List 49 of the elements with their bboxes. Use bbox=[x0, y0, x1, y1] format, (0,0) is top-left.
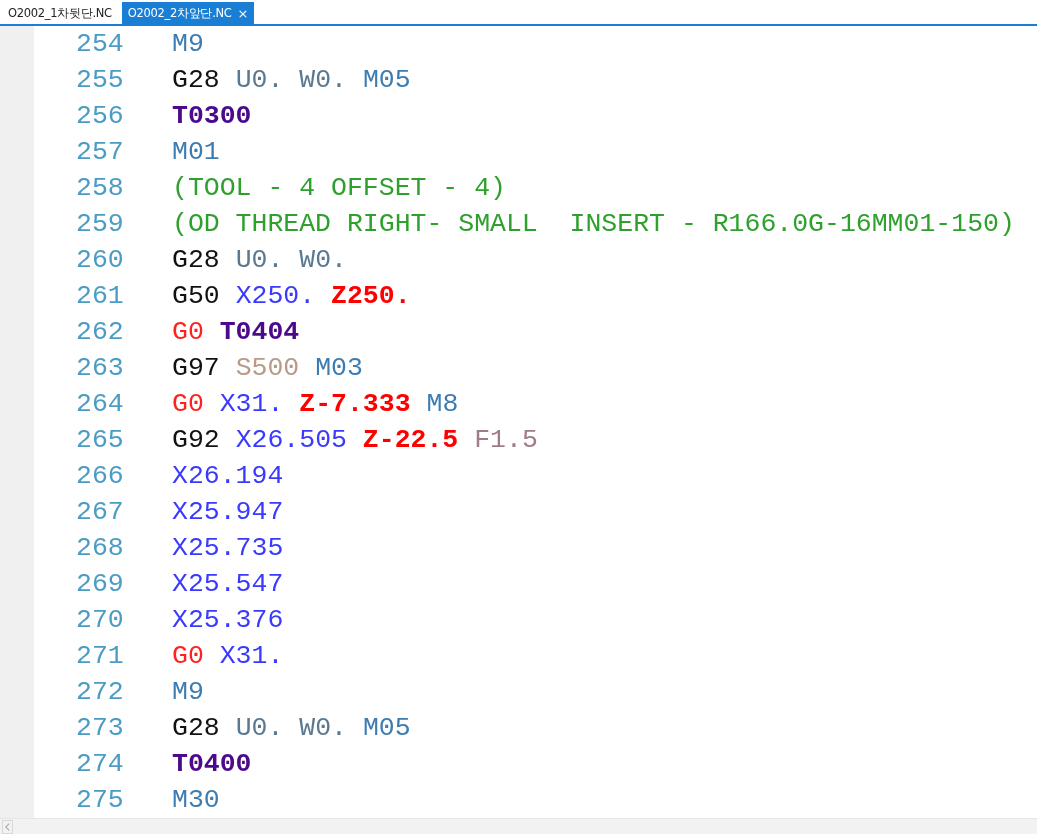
code-line: G97 S500 M03 bbox=[172, 353, 363, 383]
line-number: 275 bbox=[75, 785, 125, 815]
code-line: T0300 bbox=[172, 101, 252, 131]
line-number: 260 bbox=[75, 245, 125, 275]
code-line: G28 U0. W0. M05 bbox=[172, 65, 411, 95]
line-number: 272 bbox=[75, 677, 125, 707]
code-line: G28 U0. W0. M05 bbox=[172, 713, 411, 743]
horizontal-scrollbar[interactable] bbox=[0, 818, 1037, 834]
line-number: 261 bbox=[75, 281, 125, 311]
line-number: 254 bbox=[75, 29, 125, 59]
line-number: 257 bbox=[75, 137, 125, 167]
code-line: G50 X250. Z250. bbox=[172, 281, 411, 311]
code-line: X25.947 bbox=[172, 497, 284, 527]
code-line: M01 bbox=[172, 137, 220, 167]
code-line: (OD THREAD RIGHT- SMALL INSERT - R166.0G-16MM01-150) bbox=[172, 209, 1015, 239]
code-line: M9 bbox=[172, 29, 204, 59]
line-number: 269 bbox=[75, 569, 125, 599]
code-line: G0 T0404 bbox=[172, 317, 300, 347]
line-number: 255 bbox=[75, 65, 125, 95]
line-number: 274 bbox=[75, 749, 125, 779]
line-number: 271 bbox=[75, 641, 125, 671]
code-line: M9 bbox=[172, 677, 204, 707]
line-number: 263 bbox=[75, 353, 125, 383]
line-number: 273 bbox=[75, 713, 125, 743]
line-number: 268 bbox=[75, 533, 125, 563]
file-tab[interactable]: O2002_1차뒷단.NC bbox=[2, 2, 118, 24]
line-number: 258 bbox=[75, 173, 125, 203]
scroll-left-icon[interactable] bbox=[2, 819, 13, 834]
code-line: X26.194 bbox=[172, 461, 284, 491]
line-number: 267 bbox=[75, 497, 125, 527]
code-line: X25.547 bbox=[172, 569, 284, 599]
line-number: 270 bbox=[75, 605, 125, 635]
code-line: M30 bbox=[172, 785, 220, 815]
code-line: (TOOL - 4 OFFSET - 4) bbox=[172, 173, 506, 203]
code-line: T0400 bbox=[172, 749, 252, 779]
code-line: G92 X26.505 Z-22.5 F1.5 bbox=[172, 425, 538, 455]
code-line: G0 X31. Z-7.333 M8 bbox=[172, 389, 459, 419]
line-number: 266 bbox=[75, 461, 125, 491]
line-number: 256 bbox=[75, 101, 125, 131]
code-line: G0 X31. bbox=[172, 641, 284, 671]
code-line: X25.735 bbox=[172, 533, 284, 563]
line-number: 265 bbox=[75, 425, 125, 455]
code-line: X25.376 bbox=[172, 605, 284, 635]
close-icon[interactable]: × bbox=[237, 5, 249, 21]
line-number: 259 bbox=[75, 209, 125, 239]
code-line: G28 U0. W0. bbox=[172, 245, 347, 275]
file-tab[interactable]: O2002_2차앞단.NC × bbox=[121, 2, 255, 24]
line-number: 264 bbox=[75, 389, 125, 419]
line-number: 262 bbox=[75, 317, 125, 347]
